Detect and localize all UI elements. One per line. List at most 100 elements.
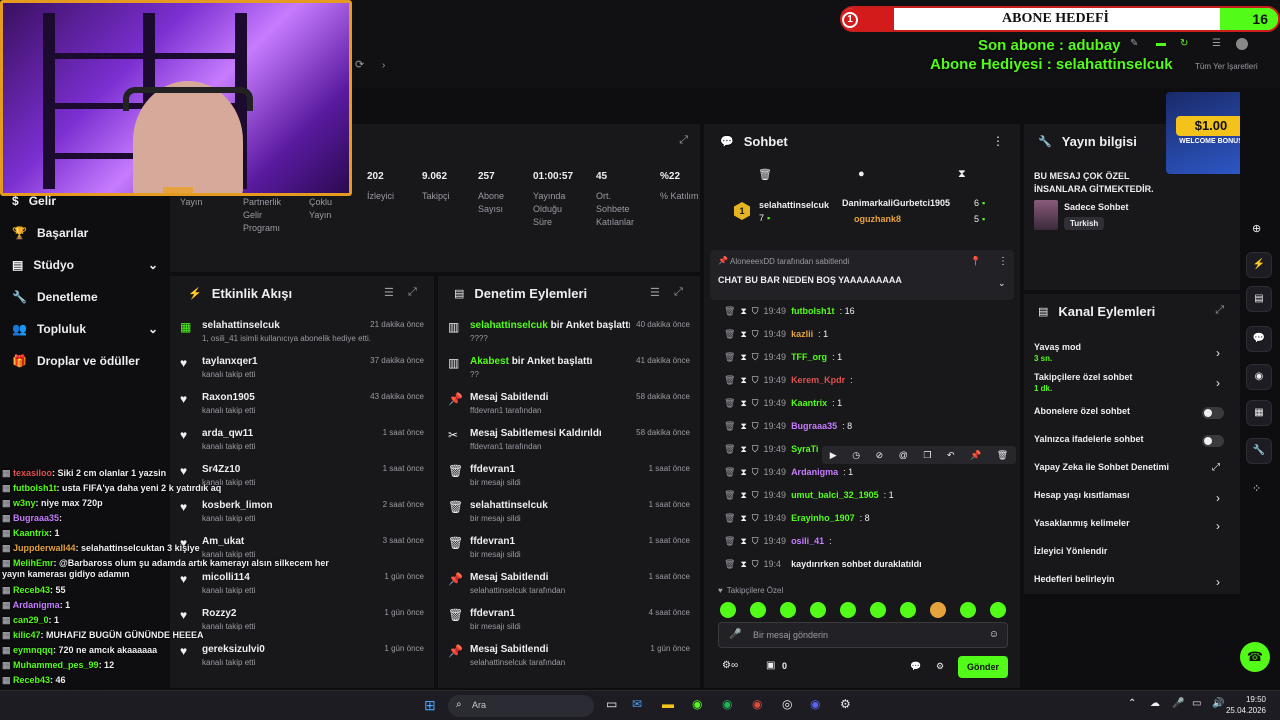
- extension-icon[interactable]: ▬: [1156, 38, 1166, 49]
- popout-icon[interactable]: ⤢: [1215, 304, 1224, 317]
- whatsapp-icon[interactable]: ◉: [692, 697, 702, 711]
- emote-icon[interactable]: [780, 602, 796, 618]
- add-icon[interactable]: ⊕: [1252, 222, 1261, 235]
- moderation-title[interactable]: selahattinselcuk: [470, 500, 630, 511]
- filter-icon[interactable]: ☰: [384, 286, 394, 299]
- activity-item[interactable]: ♥ arda_qw11 kanalı takip etti 1 saat önce: [170, 428, 434, 464]
- moderation-title[interactable]: Mesaj Sabitlendi: [470, 392, 630, 403]
- filter-icon[interactable]: ☰: [650, 286, 660, 299]
- spotify-icon[interactable]: ◉: [722, 697, 732, 711]
- moderation-item[interactable]: 📌 Mesaj Sabitlendi selahattinselcuk taraf…: [438, 572, 700, 608]
- chat-bubble-icon[interactable]: 💬: [910, 661, 921, 672]
- reply-icon[interactable]: ↶: [947, 450, 955, 461]
- channel-action-item[interactable]: Takipçilere özel sohbet 1 dk. ›: [1024, 370, 1240, 400]
- hourglass-icon[interactable]: ⧗: [740, 421, 746, 432]
- emote-icon[interactable]: [870, 602, 886, 618]
- clipboard-icon[interactable]: ▤: [1246, 286, 1272, 312]
- moderation-item[interactable]: 🗑 ffdevran1 bir mesajı sildi 4 saat önce: [438, 608, 700, 644]
- menu-icon[interactable]: ☰: [1212, 38, 1221, 49]
- app-icon[interactable]: ◎: [782, 697, 792, 711]
- stream-tag[interactable]: Turkish: [1064, 217, 1105, 230]
- chat-message[interactable]: 🗑 ⧗ ⛉ 19:49 SyraTi: [724, 442, 823, 456]
- moderation-title[interactable]: ffdevran1: [470, 608, 630, 619]
- monitor-icon[interactable]: ▭: [1192, 698, 1201, 709]
- copy-icon[interactable]: ❐: [923, 450, 931, 461]
- trash-icon[interactable]: 🗑: [997, 450, 1008, 461]
- chat-username[interactable]: TFF_org: [791, 352, 827, 362]
- chat-icon[interactable]: 💬: [1246, 326, 1272, 352]
- chat-username[interactable]: SyraTi: [791, 444, 818, 454]
- wrench-icon[interactable]: 🔧: [1246, 438, 1272, 464]
- trash-icon[interactable]: 🗑: [724, 329, 735, 340]
- trash-icon[interactable]: 🗑: [724, 467, 735, 478]
- nav-droplar[interactable]: 🎁 Droplar ve ödüller: [12, 354, 140, 368]
- reload-icon[interactable]: ⟳: [355, 58, 364, 71]
- hourglass-icon[interactable]: ⧗: [740, 513, 746, 524]
- profile-avatar[interactable]: [1236, 38, 1248, 50]
- lightning-icon[interactable]: ⚡: [1246, 252, 1272, 278]
- chat-username[interactable]: Kaantrix: [791, 398, 827, 408]
- chat-username[interactable]: osili_41: [791, 536, 824, 546]
- channel-action-item[interactable]: Yalnızca ifadelerle sohbet: [1024, 432, 1240, 460]
- moderation-item[interactable]: 🗑 ffdevran1 bir mesajı sildi 1 saat önce: [438, 464, 700, 500]
- moderation-item[interactable]: 🗑 selahattinselcuk bir mesajı sildi 1 saat…: [438, 500, 700, 536]
- chat-username[interactable]: futbolsh1t: [791, 306, 835, 316]
- moderation-title[interactable]: Akabest bir Anket başlattı: [470, 356, 630, 367]
- at-icon[interactable]: @: [899, 450, 908, 460]
- settings-icon[interactable]: ⚙: [840, 697, 851, 711]
- stream-category[interactable]: Sadece Sohbet: [1064, 202, 1129, 212]
- discord-icon[interactable]: ◉: [810, 697, 820, 711]
- chat-username[interactable]: Bugraaa35: [791, 421, 837, 431]
- mic-icon[interactable]: 🎤: [729, 629, 741, 640]
- chat-username[interactable]: umut_balci_32_1905: [791, 490, 879, 500]
- chat-message[interactable]: 🗑 ⧗ ⛉ 19:4 kaydırırken sohbet duraklatıldı: [724, 557, 922, 571]
- chat-username[interactable]: Erayinho_1907: [791, 513, 855, 523]
- hourglass-icon[interactable]: ⧗: [958, 168, 966, 181]
- moderation-title[interactable]: ffdevran1: [470, 464, 630, 475]
- play-icon[interactable]: ▶: [830, 450, 837, 461]
- trash-icon[interactable]: 🗑: [724, 352, 735, 363]
- folder-icon[interactable]: ▬: [662, 697, 674, 711]
- tools-icon[interactable]: ⚙∞: [722, 660, 738, 671]
- trash-icon[interactable]: 🗑: [724, 375, 735, 386]
- chat-message[interactable]: 🗑 ⧗ ⛉ 19:49 Kaantrix: 1: [724, 396, 842, 410]
- channel-action-item[interactable]: Yasaklanmış kelimeler ›: [1024, 516, 1240, 544]
- emote-icon[interactable]: [900, 602, 916, 618]
- hourglass-icon[interactable]: ⧗: [740, 375, 746, 386]
- clock-icon[interactable]: ◷: [852, 450, 860, 461]
- chevron-down-icon[interactable]: ⌄: [998, 278, 1006, 289]
- chevron-right-icon[interactable]: ›: [382, 60, 385, 71]
- activity-item[interactable]: ♥ Raxon1905 kanalı takip etti 43 dakika önc…: [170, 392, 434, 428]
- layout-icon[interactable]: ▦: [1246, 400, 1272, 426]
- hourglass-icon[interactable]: ⧗: [740, 329, 746, 340]
- trash-icon[interactable]: 🗑: [724, 421, 735, 432]
- chat-input[interactable]: 🎤 Bir mesaj gönderin ☺: [718, 622, 1008, 648]
- trash-icon[interactable]: 🗑: [724, 490, 735, 501]
- apps-icon[interactable]: ⁘: [1252, 482, 1261, 495]
- nav-denetleme[interactable]: 🔧 Denetleme: [12, 290, 98, 304]
- ban-icon[interactable]: ⊘: [876, 450, 884, 461]
- activity-user[interactable]: Raxon1905: [202, 392, 255, 403]
- trash-icon[interactable]: 🗑: [758, 168, 772, 181]
- activity-user[interactable]: arda_qw11: [202, 428, 253, 439]
- trash-icon[interactable]: 🗑: [724, 536, 735, 547]
- pin-icon[interactable]: 📌: [970, 450, 981, 461]
- hourglass-icon[interactable]: ⧗: [740, 490, 746, 501]
- hourglass-icon[interactable]: ⧗: [740, 536, 746, 547]
- moderation-item[interactable]: 🗑 ffdevran1 bir mesajı sildi 1 saat önce: [438, 536, 700, 572]
- emoji-icon[interactable]: ☺: [989, 629, 999, 640]
- nav-basarilar[interactable]: 🏆 Başarılar: [12, 226, 88, 240]
- channel-action-item[interactable]: Hedefleri belirleyin ›: [1024, 572, 1240, 600]
- bookmarks-link[interactable]: Tüm Yer İşaretleri: [1195, 62, 1258, 71]
- moderation-item[interactable]: ▥ selahattinselcuk bir Anket başlattı????…: [438, 320, 700, 356]
- trash-icon[interactable]: 🗑: [724, 444, 735, 455]
- more-options-icon[interactable]: ⋮: [998, 256, 1008, 267]
- moderation-item[interactable]: ▥ Akabest bir Anket başlattı?? 41 dakika ö…: [438, 356, 700, 392]
- send-button[interactable]: Gönder: [958, 656, 1008, 678]
- trash-icon[interactable]: 🗑: [724, 398, 735, 409]
- chat-username[interactable]: Kerem_Kpdr: [791, 375, 845, 385]
- help-button[interactable]: ☎: [1240, 642, 1270, 672]
- taskbar-search[interactable]: ⌕ Ara: [448, 695, 594, 717]
- trash-icon[interactable]: 🗑: [724, 513, 735, 524]
- nav-gelir[interactable]: $ Gelir: [12, 194, 56, 208]
